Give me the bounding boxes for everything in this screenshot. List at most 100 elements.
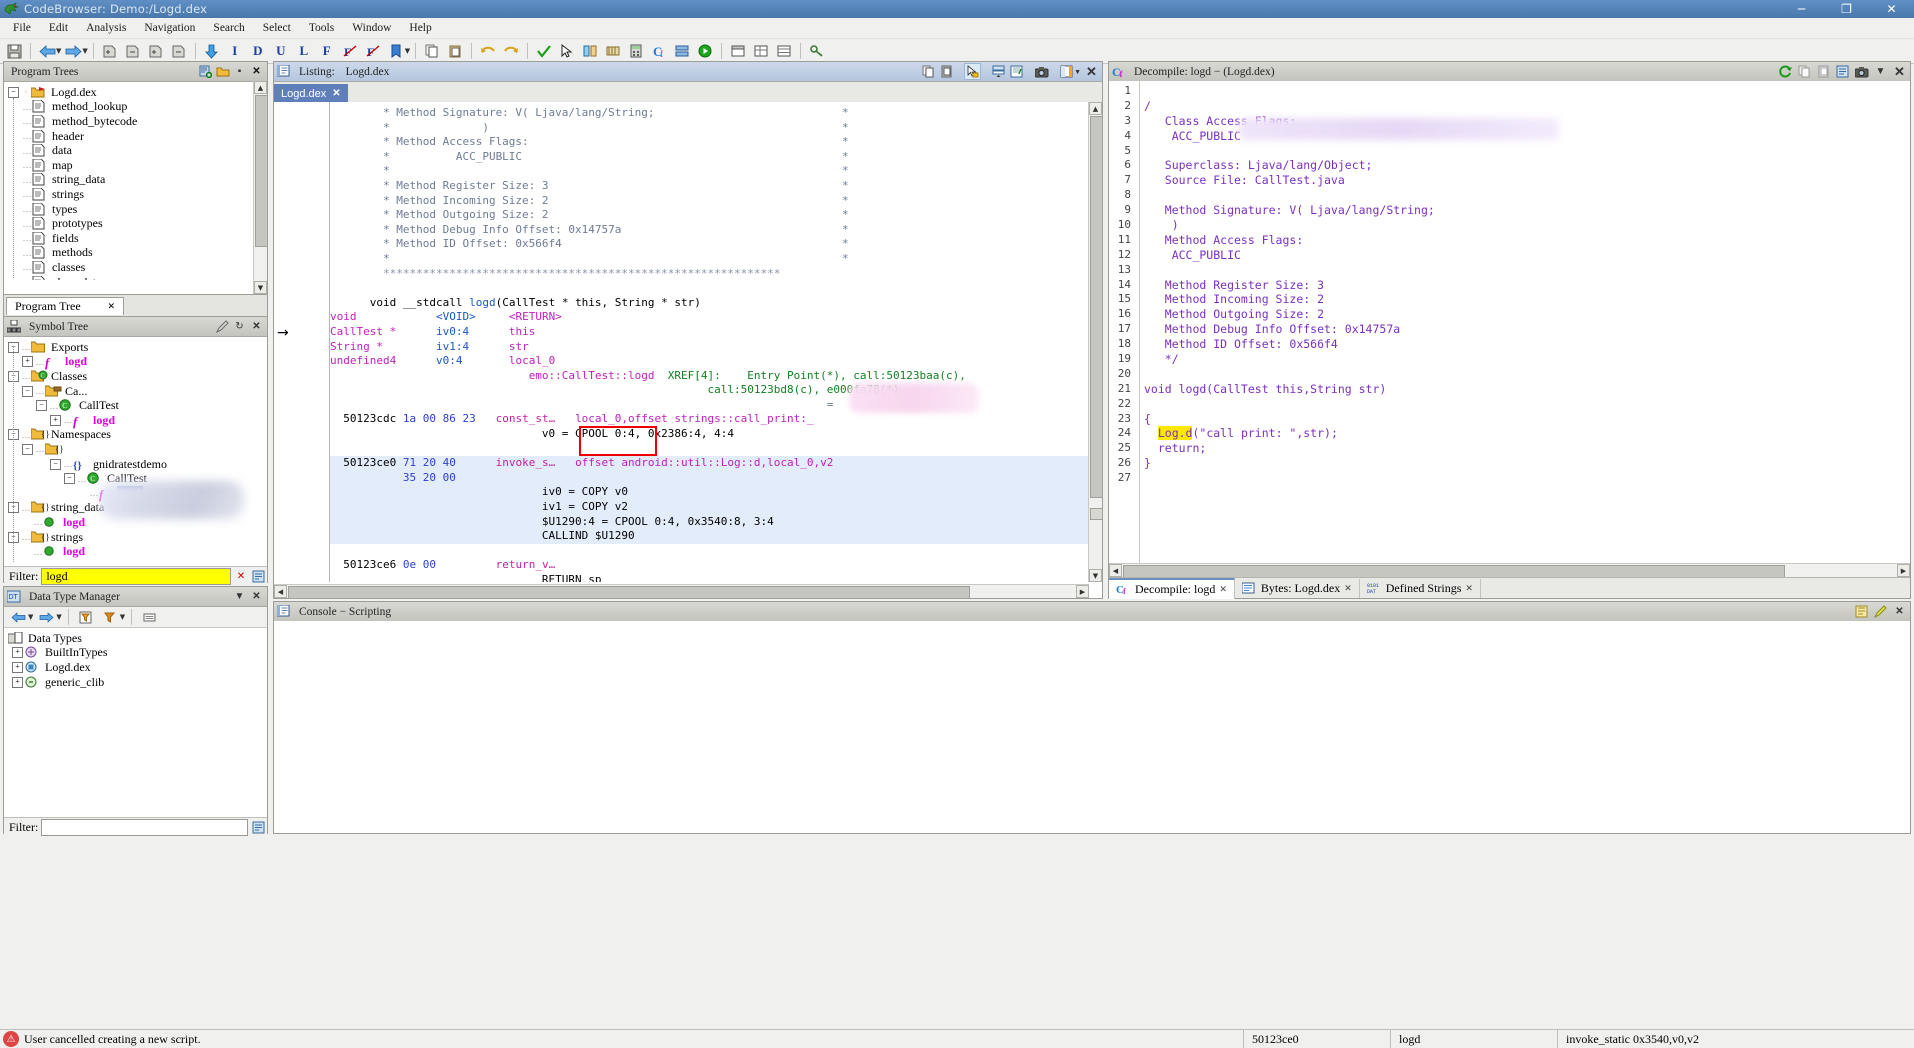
- decompile-line-text[interactable]: [1136, 144, 1910, 159]
- decompile-line-text[interactable]: Method Signature: V( Ljava/lang/String;: [1136, 203, 1910, 218]
- decompile-line[interactable]: 16 Method Outgoing Size: 2: [1109, 307, 1910, 322]
- decompile-hscrollbar[interactable]: ◀ ▶: [1109, 563, 1910, 578]
- filter-expand-icon[interactable]: ▼: [120, 613, 125, 621]
- close-icon[interactable]: ✕: [1084, 64, 1099, 79]
- listing-instruction-row[interactable]: 50123ce6 0e 00 return_v…: [330, 558, 1088, 573]
- program-tree-item-method-bytecode[interactable]: … method_bytecode: [8, 114, 267, 129]
- menu-tools[interactable]: Tools: [300, 20, 343, 36]
- listing-body[interactable]: → * Method Signature: V( Ljava/lang/Stri…: [274, 102, 1102, 582]
- clear-flow2-icon[interactable]: F: [362, 40, 384, 62]
- decompile-bottom-tab-1[interactable]: Bytes: Logd.dex ✕: [1235, 578, 1360, 598]
- maximize-button[interactable]: ❐: [1824, 0, 1869, 18]
- undefine-u-icon[interactable]: U: [270, 40, 292, 62]
- listing-instruction-row[interactable]: 50123cdc 1a 00 86 23 const_st… local_0,o…: [330, 412, 1088, 427]
- decompile-line-text[interactable]: Method ID Offset: 0x566f4: [1136, 337, 1910, 352]
- tree-expander[interactable]: −: [22, 443, 33, 455]
- label-l-icon[interactable]: L: [293, 40, 315, 62]
- program-tree-item-class-data[interactable]: … class_data: [8, 275, 267, 280]
- close-icon[interactable]: ✕: [1892, 64, 1907, 79]
- clear-flow-icon[interactable]: F: [339, 40, 361, 62]
- cursor-select-icon[interactable]: [964, 63, 982, 80]
- forward-arrow-icon[interactable]: [62, 40, 84, 62]
- data-d-icon[interactable]: D: [247, 40, 269, 62]
- decompile-line-text[interactable]: }: [1136, 456, 1910, 471]
- symbol-tree-node-redacted-7[interactable]: −… {}: [8, 442, 267, 457]
- scroll-left-button[interactable]: ◀: [274, 585, 287, 598]
- dropdown-icon[interactable]: ▼: [1873, 64, 1888, 79]
- tab-close-icon[interactable]: ✕: [332, 88, 340, 99]
- down-arrow-icon[interactable]: [201, 40, 223, 62]
- copy-icon[interactable]: [1797, 64, 1812, 79]
- decompile-line-text[interactable]: [1136, 263, 1910, 278]
- scroll-up-button[interactable]: ▲: [1089, 102, 1102, 115]
- decompile-line[interactable]: 22: [1109, 397, 1910, 412]
- tree-expander[interactable]: −: [8, 86, 19, 98]
- program-tree-item-classes[interactable]: … classes: [8, 260, 267, 275]
- menu-window[interactable]: Window: [343, 20, 400, 36]
- symbol-tree-node-ca--3[interactable]: −… Ca...: [8, 384, 267, 399]
- bookmark-icon[interactable]: [385, 40, 407, 62]
- decompile-line[interactable]: 2/: [1109, 99, 1910, 114]
- tree-expander[interactable]: −: [64, 473, 75, 485]
- check-icon[interactable]: [533, 40, 555, 62]
- symbol-tree-tree[interactable]: −… Exports +… f logd −… C Classes −… Ca... −… C Call…: [4, 337, 267, 566]
- paste-icon[interactable]: [1816, 64, 1831, 79]
- decompile-line-text[interactable]: [1136, 367, 1910, 382]
- decompile-line[interactable]: 6 Superclass: Ljava/lang/Object;: [1109, 158, 1910, 173]
- decompile-line-text[interactable]: Method Register Size: 3: [1136, 278, 1910, 293]
- tab-close-icon[interactable]: ✕: [1344, 583, 1352, 594]
- decompile-line-text[interactable]: Source File: CallTest.java: [1136, 173, 1910, 188]
- back-arrow-icon[interactable]: [36, 40, 58, 62]
- listing-vscrollbar[interactable]: ▲ ▼: [1088, 102, 1103, 582]
- tab-close-icon[interactable]: ✕: [1465, 583, 1473, 594]
- tree-expander[interactable]: −: [50, 458, 61, 470]
- decompile-line-text[interactable]: ): [1136, 218, 1910, 233]
- data-type-manager-filter-field[interactable]: [44, 819, 245, 836]
- program-tree-item-data[interactable]: … data: [8, 143, 267, 158]
- program-tree-item-header[interactable]: … header: [8, 129, 267, 144]
- symbol-tree-node-gnidratestdemo-8[interactable]: −…{} gnidratestdemo: [8, 457, 267, 472]
- scroll-up-button[interactable]: ▲: [254, 81, 267, 94]
- program-trees-tree[interactable]: − · Logd.dex … method_lookup … method_bytec…: [4, 82, 267, 280]
- tree-expander[interactable]: −: [22, 385, 33, 397]
- decompile-line[interactable]: 9 Method Signature: V( Ljava/lang/String…: [1109, 203, 1910, 218]
- back-arrow-icon[interactable]: [7, 606, 29, 628]
- edit-icon[interactable]: [1873, 604, 1888, 619]
- tree-expander[interactable]: +: [22, 356, 33, 368]
- listing-comment-row[interactable]: * *: [330, 164, 1088, 179]
- decompile-line[interactable]: 12 ACC_PUBLIC: [1109, 248, 1910, 263]
- decompile-line-text[interactable]: [1136, 84, 1910, 99]
- decompile-line[interactable]: 19 */: [1109, 352, 1910, 367]
- decompile-line[interactable]: 13: [1109, 263, 1910, 278]
- close-icon[interactable]: ✕: [249, 589, 264, 604]
- program-tree-item-string-data[interactable]: … string_data: [8, 172, 267, 188]
- tree-expander[interactable]: +: [50, 414, 61, 426]
- program-tree-item-prototypes[interactable]: … prototypes: [8, 216, 267, 231]
- data-types-root[interactable]: Data Types: [7, 631, 267, 646]
- listing-comment-row[interactable]: * Method Outgoing Size: 2 *: [330, 208, 1088, 223]
- symbol-tree-node-strings-13[interactable]: −…{} strings: [8, 530, 267, 545]
- program-tree-item-strings[interactable]: … strings: [8, 187, 267, 202]
- close-button[interactable]: ✕: [1869, 0, 1914, 18]
- close-icon[interactable]: ✕: [249, 319, 264, 334]
- cursor-icon[interactable]: [556, 40, 578, 62]
- program-tree-item-method-lookup[interactable]: … method_lookup: [8, 99, 267, 115]
- snapshot3-icon[interactable]: [145, 40, 167, 62]
- tree-expander[interactable]: −: [36, 400, 47, 412]
- refresh-icon[interactable]: ↻: [232, 319, 247, 334]
- decompile-bottom-tab-0[interactable]: Cf Decompile: logd ✕: [1109, 577, 1235, 599]
- filter-clear-icon[interactable]: ✕: [234, 570, 248, 584]
- filter-options-icon[interactable]: [251, 570, 265, 584]
- clear-icon[interactable]: [1854, 604, 1869, 619]
- menu-select[interactable]: Select: [254, 20, 300, 36]
- listing-hscrollbar[interactable]: ◀ ▶: [274, 584, 1089, 599]
- decompile-line[interactable]: 23 {: [1109, 412, 1910, 427]
- listing-signature-row[interactable]: void __stdcall logd(CallTest * this, Str…: [330, 296, 1088, 311]
- snapshot4-icon[interactable]: [168, 40, 190, 62]
- listing-variable-row[interactable]: String * iv1:4 str: [330, 340, 1088, 355]
- symbol-tree-node-logd-14[interactable]: … logd: [8, 544, 267, 559]
- program-tree-item-types[interactable]: … types: [8, 202, 267, 217]
- scroll-right-button[interactable]: ▶: [1897, 564, 1910, 577]
- format-dropdown-icon[interactable]: ▼: [1074, 68, 1081, 76]
- table-icon[interactable]: [773, 40, 795, 62]
